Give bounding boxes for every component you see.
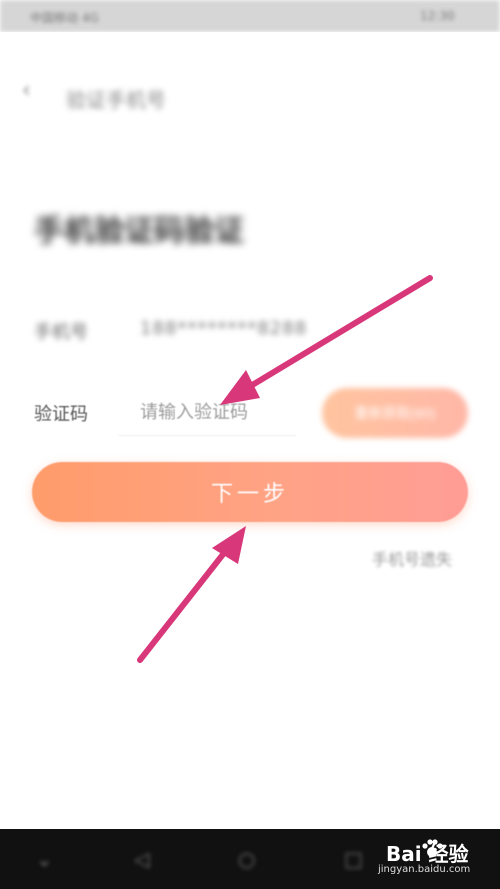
watermark-url: jingyan.baidu.com [378,864,471,875]
lost-phone-link[interactable]: 手机号遗失 [372,546,452,570]
get-code-button[interactable]: 重新获取(60) [322,388,468,438]
phone-label: 手机号 [34,322,88,343]
annotation-arrow-to-button [137,526,246,663]
clock-text: 12:30 [420,9,455,23]
paw-icon [422,839,443,857]
status-bar: 中国移动 4G 12:30 [0,0,500,32]
code-label: 验证码 [34,404,88,425]
collapse-icon[interactable]: ⌄ [36,847,53,871]
chevron-left-icon[interactable]: ‹ [22,78,42,103]
annotation-arrow-to-input [220,275,433,405]
phone-value: 188********8288 [140,318,308,339]
recent-apps-icon[interactable]: □ [344,847,363,871]
page-title: 手机验证码验证 [34,214,244,249]
verification-code-input[interactable] [118,390,296,436]
back-icon[interactable]: ◁ [134,847,149,871]
home-icon[interactable]: ○ [238,847,255,871]
baidu-watermark: Bai 经验 jingyan.baidu.com [372,834,492,882]
header-title: 验证手机号 [66,88,166,112]
carrier-text: 中国移动 4G [30,11,99,25]
next-step-button[interactable]: 下一步 [32,462,468,522]
